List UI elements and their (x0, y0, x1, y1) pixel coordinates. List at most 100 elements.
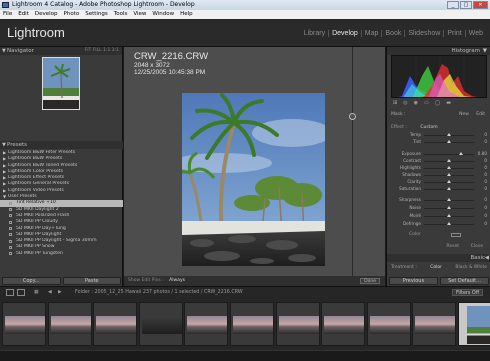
filmstrip-thumb[interactable] (412, 302, 457, 346)
slider-row[interactable]: Defringe 0 (391, 221, 487, 227)
monitor-1-icon[interactable] (6, 289, 14, 296)
slider-row[interactable]: Noise 0 (391, 205, 487, 211)
copy-button[interactable]: Copy... (2, 277, 61, 285)
filmstrip-thumb[interactable] (93, 302, 138, 346)
previous-button[interactable]: Previous (389, 277, 438, 285)
slider-value[interactable]: 0 (477, 221, 487, 227)
navigator-view-frame[interactable] (42, 57, 80, 110)
close-mask-button[interactable]: Close (471, 244, 483, 250)
module-library[interactable]: Library (301, 30, 330, 37)
treatment-color[interactable]: Color (430, 264, 442, 271)
filmstrip-thumb[interactable] (366, 302, 411, 346)
slider-knob-icon[interactable] (447, 206, 451, 210)
main-photo[interactable] (182, 93, 325, 266)
filmstrip-thumb-selected[interactable] (458, 302, 490, 346)
slider-row[interactable]: Clarity 0 (391, 179, 487, 185)
slider-knob-icon[interactable] (447, 198, 451, 202)
image-view[interactable]: CRW_2216.CRW 2048 x 3072 12/25/2005 10:4… (124, 47, 385, 276)
set-default-button[interactable]: Set Default... (440, 277, 489, 285)
slider-value[interactable]: 0 (477, 179, 487, 185)
slider-value[interactable]: 0 (477, 165, 487, 171)
edit-pins-dropdown[interactable]: Always (169, 278, 185, 283)
spot-removal-icon[interactable]: ◎ (403, 100, 407, 108)
reset-button[interactable]: Reset (446, 244, 459, 250)
slider-row[interactable]: Sharpness 0 (391, 197, 487, 203)
adjustment-brush-icon[interactable]: ▬ (446, 100, 451, 108)
filmstrip-thumb[interactable] (275, 302, 320, 346)
slider-value[interactable]: 0 (477, 213, 487, 219)
red-eye-icon[interactable]: ◉ (414, 100, 418, 108)
filmstrip-thumb[interactable] (230, 302, 274, 346)
slider-knob-icon[interactable] (447, 133, 451, 137)
close-button[interactable]: ✕ (473, 1, 488, 9)
slider-value[interactable]: 0 (477, 172, 487, 178)
preset-item[interactable]: 5D MKII PP Tungsten (0, 251, 123, 257)
paste-button[interactable]: Paste (62, 277, 121, 285)
slider-value[interactable]: 0.80 (477, 151, 487, 157)
minimize-button[interactable]: _ (447, 1, 459, 9)
slider-track[interactable] (424, 154, 474, 155)
menu-file[interactable]: File (3, 10, 12, 19)
filmstrip-thumb[interactable] (138, 302, 183, 346)
zoom-options[interactable]: FIT FILL 1:1 3:1 (85, 47, 119, 55)
menu-edit[interactable]: Edit (18, 10, 29, 19)
mask-edit[interactable]: Edit (476, 112, 485, 117)
presets-header[interactable]: ▼ Presets (0, 141, 123, 149)
slider-knob-icon[interactable] (447, 187, 451, 191)
filmstrip-thumb[interactable] (321, 302, 366, 346)
slider-row[interactable]: Saturation 0 (391, 186, 487, 192)
slider-row[interactable]: Exposure 0.80 (391, 151, 487, 157)
module-map[interactable]: Map (362, 30, 383, 37)
graduated-filter-icon[interactable]: ▭ (424, 100, 429, 108)
slider-row[interactable]: Tint 0 (391, 139, 487, 145)
slider-knob-icon[interactable] (447, 173, 451, 177)
slider-value[interactable]: 0 (477, 197, 487, 203)
histogram[interactable] (391, 55, 487, 98)
menu-view[interactable]: View (133, 10, 146, 19)
menu-window[interactable]: Window (152, 10, 174, 19)
slider-row[interactable]: Shadows 0 (391, 172, 487, 178)
module-slideshow[interactable]: Slideshow (405, 30, 445, 37)
menu-help[interactable]: Help (180, 10, 193, 19)
navigator-header[interactable]: ▼ Navigator FIT FILL 1:1 3:1 (0, 47, 122, 55)
slider-row[interactable]: Moiré 0 (391, 213, 487, 219)
menu-develop[interactable]: Develop (35, 10, 58, 19)
slider-knob-icon[interactable] (458, 152, 463, 156)
slider-knob-icon[interactable] (447, 214, 451, 218)
slider-row[interactable]: Temp 0 (391, 132, 487, 138)
edit-pin-icon[interactable] (349, 113, 356, 120)
menu-tools[interactable]: Tools (114, 10, 128, 19)
slider-knob-icon[interactable] (447, 222, 451, 226)
done-button[interactable]: Done (360, 278, 380, 284)
slider-row[interactable]: Contrast 0 (391, 158, 487, 164)
maximize-button[interactable]: □ (460, 1, 472, 9)
histogram-header[interactable]: Histogram ▼ (387, 47, 490, 55)
slider-value[interactable]: 0 (477, 132, 487, 138)
module-develop[interactable]: Develop (329, 30, 362, 37)
slider-value[interactable]: 0 (477, 205, 487, 211)
slider-value[interactable]: 0 (477, 186, 487, 192)
mask-new[interactable]: New (459, 112, 469, 117)
crop-tool-icon[interactable]: ⊞ (393, 100, 397, 108)
filter-dropdown[interactable]: Filters Off (452, 289, 483, 296)
module-book[interactable]: Book (382, 30, 406, 37)
monitor-2-icon[interactable] (17, 289, 25, 296)
filmstrip-thumb[interactable] (184, 302, 229, 346)
slider-knob-icon[interactable] (447, 140, 451, 144)
slider-knob-icon[interactable] (447, 166, 451, 170)
basic-header[interactable]: Basic ◀ (387, 254, 490, 262)
treatment-bw[interactable]: Black & White (455, 264, 487, 271)
slider-knob-icon[interactable] (447, 180, 451, 184)
radial-filter-icon[interactable]: ◯ (435, 100, 441, 108)
slider-row[interactable]: Highlights 0 (391, 165, 487, 171)
menu-settings[interactable]: Settings (85, 10, 108, 19)
color-swatch[interactable] (451, 233, 461, 237)
module-web[interactable]: Web (466, 30, 486, 37)
filmstrip-thumb[interactable] (2, 302, 46, 346)
menu-photo[interactable]: Photo (64, 10, 80, 19)
filmstrip-thumb[interactable] (47, 302, 92, 346)
slider-value[interactable]: 0 (477, 158, 487, 164)
slider-value[interactable]: 0 (477, 139, 487, 145)
module-print[interactable]: Print (444, 30, 466, 37)
effect-dropdown[interactable]: Custom (420, 125, 437, 130)
